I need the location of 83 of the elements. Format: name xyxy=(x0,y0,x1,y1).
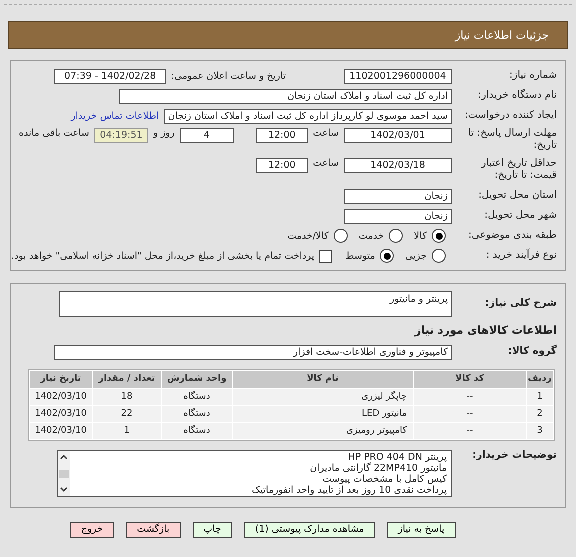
deadline-time-field: 12:00 xyxy=(256,128,308,143)
province-field: زنجان xyxy=(344,188,452,204)
column-header: واحد شمارش xyxy=(162,371,232,388)
table-cell: چاپگر لیزری xyxy=(233,389,413,405)
radio-button[interactable] xyxy=(334,229,348,243)
table-cell: دستگاه xyxy=(162,389,232,405)
action-button[interactable]: مشاهده مدارک پیوستی (1) xyxy=(244,522,376,538)
table-cell: 1 xyxy=(527,389,553,405)
field-label: حداقل تاریخ اعتبار قیمت: تا تاریخ: xyxy=(480,158,557,182)
goods-group-field: کامپیوتر و فناوری اطلاعات-سخت افزار xyxy=(54,344,452,360)
radio-button[interactable] xyxy=(380,249,394,263)
column-header: کد کالا xyxy=(414,371,526,388)
field-label: طبقه بندی موضوعی: xyxy=(468,230,557,242)
radio-button[interactable] xyxy=(432,249,446,263)
field-label: شماره نیاز: xyxy=(508,70,557,82)
note-line: مانیتور 22MP410 گارانتی مادیران xyxy=(309,463,447,474)
field-label: نام دستگاه خریدار: xyxy=(477,90,557,102)
note-line: پرداخت نقدی 10 روز بعد از تایید واحد انفورماتیک xyxy=(251,485,447,496)
scrollbar[interactable] xyxy=(58,451,70,496)
days-label: روز و xyxy=(153,128,175,139)
action-button[interactable]: خروج xyxy=(70,522,114,538)
table-cell: -- xyxy=(414,423,526,439)
table-cell: -- xyxy=(414,406,526,422)
radio-label: کالا xyxy=(414,230,427,242)
table-cell: 1402/03/10 xyxy=(30,406,92,422)
table-cell: 1402/03/10 xyxy=(30,423,92,439)
scroll-up-icon[interactable] xyxy=(59,453,69,461)
checkbox[interactable] xyxy=(319,250,332,262)
scroll-thumb[interactable] xyxy=(59,470,69,478)
time-label: ساعت xyxy=(313,128,339,139)
scroll-down-icon[interactable] xyxy=(59,486,69,494)
field-label: توضیحات خریدار: xyxy=(472,450,557,462)
column-header: تاریخ نیاز xyxy=(30,371,92,388)
radio-label: متوسط xyxy=(345,250,376,262)
remaining-label: ساعت باقی مانده xyxy=(19,128,90,139)
radio-label: کالا/خدمت xyxy=(288,230,329,242)
buyer-contact-link[interactable]: اطلاعات تماس خریدار xyxy=(71,110,160,122)
table-cell: 1 xyxy=(93,423,161,439)
field-label: مهلت ارسال پاسخ: تا تاریخ: xyxy=(467,128,557,152)
field-label: شهر محل تحویل: xyxy=(484,210,557,222)
time-label: ساعت xyxy=(313,158,339,169)
section-heading: اطلاعات کالاهای مورد نیاز xyxy=(415,323,557,339)
checkbox-label: پرداخت تمام یا بخشی از مبلغ خرید،از محل "اسناد خزانه اسلامی" خواهد بود. xyxy=(12,250,314,262)
action-button[interactable]: بازگشت xyxy=(126,522,181,538)
announce-date-field: 1402/02/28 - 07:39 xyxy=(54,68,166,84)
field-label: شرح کلی نیاز: xyxy=(484,298,557,310)
days-field: 4 xyxy=(180,128,234,143)
buyer-org-field: اداره کل ثبت اسناد و املاک استان زنجان xyxy=(119,88,452,104)
radio-label: خدمت xyxy=(358,230,384,242)
field-label: گروه کالا: xyxy=(507,346,557,358)
requester-field: سید احمد موسوی لو کارپرداز اداره کل ثبت اسناد و املاک استان زنجان xyxy=(164,108,452,124)
validity-date-field: 1402/03/18 xyxy=(344,158,452,173)
column-header: نام کالا xyxy=(233,371,413,388)
table-cell: 3 xyxy=(527,423,553,439)
field-label: تاریخ و ساعت اعلان عمومی: xyxy=(171,70,286,82)
deadline-date-field: 1402/03/01 xyxy=(344,128,452,143)
radio-button[interactable] xyxy=(389,229,404,243)
table-cell: کامپیوتر رومیزی xyxy=(233,423,413,439)
field-label: نوع فرآیند خرید : xyxy=(485,250,557,262)
city-field: زنجان xyxy=(344,208,452,224)
need-number-field: 1102001296000004 xyxy=(344,68,452,84)
column-header: تعداد / مقدار xyxy=(93,371,161,388)
header-title: جزئیات اطلاعات نیاز xyxy=(455,28,549,42)
radio-label: جزیی xyxy=(405,250,427,262)
description-field: پرینتر و مانیتور xyxy=(59,291,452,317)
note-line: کیس کامل با مشخصات پیوست xyxy=(322,474,447,485)
table-cell: دستگاه xyxy=(162,406,232,422)
table-cell: -- xyxy=(414,389,526,405)
table-cell: 1402/03/10 xyxy=(30,389,92,405)
validity-time-field: 12:00 xyxy=(256,158,308,173)
radio-button[interactable] xyxy=(432,229,446,243)
remaining-time-field: 04:19:51 xyxy=(94,128,148,143)
table-cell: دستگاه xyxy=(162,423,232,439)
table-cell: 22 xyxy=(93,406,161,422)
note-line: پرینتر HP PRO 404 DN xyxy=(348,452,447,463)
table-cell: مانیتور LED xyxy=(233,406,413,422)
field-label: ایجاد کننده درخواست: xyxy=(464,110,557,122)
action-button[interactable]: چاپ xyxy=(192,522,232,538)
table-cell: 18 xyxy=(93,389,161,405)
action-button[interactable]: پاسخ به نیاز xyxy=(387,522,456,538)
table-cell: 2 xyxy=(527,406,553,422)
column-header: ردیف xyxy=(527,371,553,388)
field-label: استان محل تحویل: xyxy=(478,190,557,202)
